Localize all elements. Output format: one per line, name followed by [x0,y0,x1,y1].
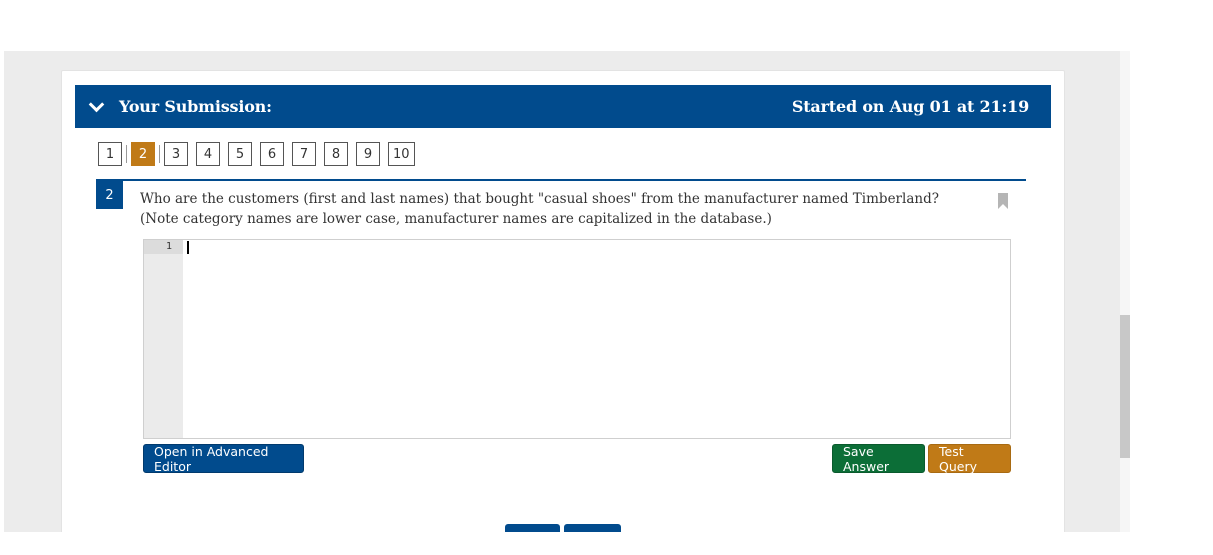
submission-header[interactable]: Your Submission: Started on Aug 01 at 21… [75,85,1051,128]
question-nav-4[interactable]: 4 [196,142,220,166]
save-answer-button[interactable]: Save Answer [832,444,925,474]
question-nav-1[interactable]: 1 [98,142,122,166]
question-text: Who are the customers (first and last na… [140,191,939,227]
header-left: Your Submission: [91,97,272,116]
open-advanced-editor-button[interactable]: Open in Advanced Editor [143,444,304,474]
bottom-margin [0,532,1213,555]
question-divider [96,179,1026,181]
question-nav-7[interactable]: 7 [292,142,316,166]
question-nav-2-active[interactable]: 2 [131,142,155,166]
chevron-down-icon[interactable] [91,99,101,109]
sql-editor[interactable]: 1 [143,239,1011,439]
text-cursor [187,241,189,254]
question-nav-5[interactable]: 5 [228,142,252,166]
nav-separator [126,145,127,163]
question-nav-3[interactable]: 3 [164,142,188,166]
editor-gutter [144,240,183,438]
question-navigation: 1 2 3 4 5 6 7 8 9 10 [98,142,423,166]
question-number-badge: 2 [96,181,123,209]
nav-separator [159,145,160,163]
bookmark-icon[interactable] [998,193,1008,209]
question-nav-8[interactable]: 8 [324,142,348,166]
test-query-button[interactable]: Test Query [928,444,1011,474]
header-title: Your Submission: [119,97,272,116]
question-nav-10[interactable]: 10 [388,142,415,166]
question-nav-9[interactable]: 9 [356,142,380,166]
scrollbar-thumb[interactable] [1120,315,1130,458]
line-number: 1 [165,241,172,252]
started-timestamp: Started on Aug 01 at 21:19 [791,97,1029,116]
question-nav-6[interactable]: 6 [260,142,284,166]
scrollbar-track[interactable] [1120,51,1130,532]
